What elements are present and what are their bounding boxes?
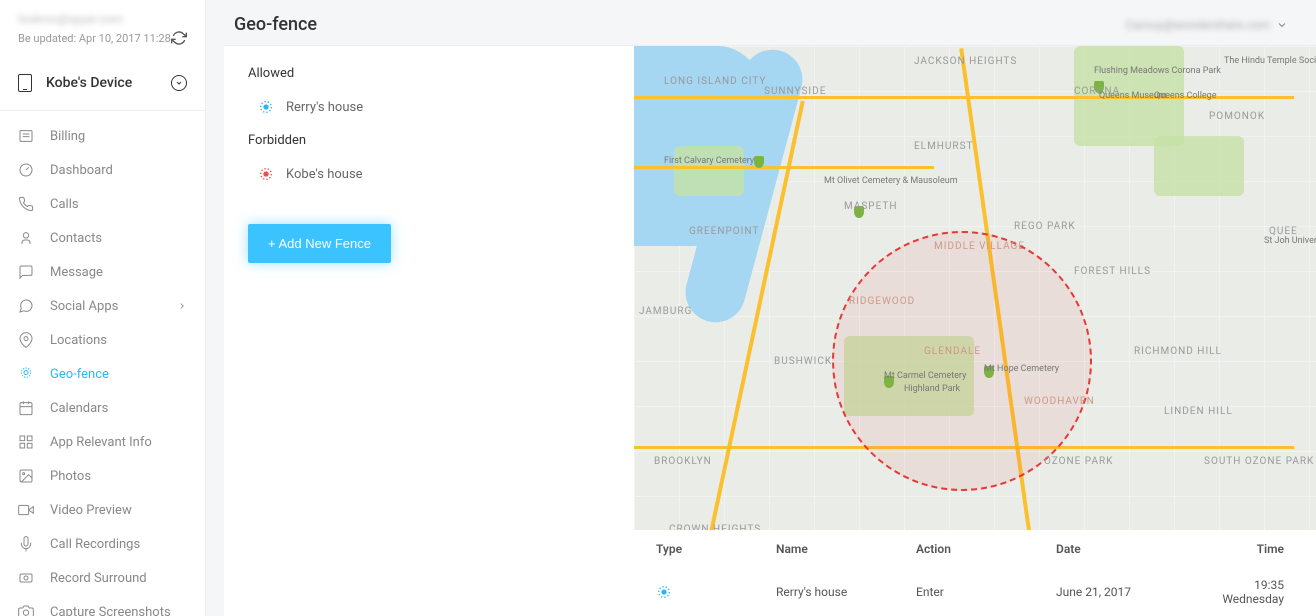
nav-locations[interactable]: Locations (0, 323, 205, 357)
nav-record-surround[interactable]: Record Surround (0, 561, 205, 595)
th-action: Action (916, 542, 1056, 556)
chat-icon (18, 298, 34, 314)
record-icon (18, 570, 34, 586)
add-fence-button[interactable]: + Add New Fence (248, 224, 391, 263)
forbidden-header: Forbidden (248, 133, 610, 148)
refresh-icon[interactable] (171, 30, 187, 46)
nav-app-info[interactable]: App Relevant Info (0, 425, 205, 459)
allowed-marker-icon (258, 99, 274, 115)
nav-geofence[interactable]: Geo-fence (0, 357, 205, 391)
page-title: Geo-fence (234, 14, 317, 35)
event-table-header: Type Name Action Date Time (634, 530, 1316, 568)
nav-call-recordings[interactable]: Call Recordings (0, 527, 205, 561)
dashboard-icon (18, 162, 34, 178)
image-icon (18, 468, 34, 484)
nav-menu: Billing Dashboard Calls Contacts Message… (0, 111, 205, 616)
device-name: Kobe's Device (46, 75, 132, 91)
topbar: Geo-fence Carouy@wondershare.com (206, 0, 1316, 45)
th-name: Name (776, 542, 916, 556)
pin-icon (18, 332, 34, 348)
fence-list-panel: Allowed Rerry's house Forbidden Kobe's h… (224, 46, 634, 616)
device-selector[interactable]: Kobe's Device (0, 52, 205, 111)
nav-video[interactable]: Video Preview (0, 493, 205, 527)
row-type-icon (656, 584, 672, 600)
event-table-row[interactable]: Rerry's house Enter June 21, 2017 19:35 … (634, 568, 1316, 616)
last-updated: Be updated: Apr 10, 2017 11:28 (18, 32, 171, 45)
th-date: Date (1056, 542, 1196, 556)
fence-circle (832, 231, 1092, 491)
th-type: Type (656, 542, 776, 556)
map[interactable]: JACKSON HEIGHTS CORONA ELMHURST SUNNYSID… (634, 46, 1316, 530)
device-dropdown-icon (171, 75, 187, 91)
nav-social-apps[interactable]: Social Apps (0, 289, 205, 323)
contacts-icon (18, 230, 34, 246)
fence-allowed-item[interactable]: Rerry's house (248, 93, 610, 133)
video-icon (18, 502, 34, 518)
main-content: Geo-fence Carouy@wondershare.com Allowed… (206, 0, 1316, 616)
sidebar-header: loukmc@spyar.com Be updated: Apr 10, 201… (0, 0, 205, 52)
phone-icon (18, 196, 34, 212)
message-icon (18, 264, 34, 280)
nav-contacts[interactable]: Contacts (0, 221, 205, 255)
allowed-header: Allowed (248, 66, 610, 81)
nav-message[interactable]: Message (0, 255, 205, 289)
sidebar: loukmc@spyar.com Be updated: Apr 10, 201… (0, 0, 206, 616)
th-time: Time (1196, 542, 1294, 556)
calendar-icon (18, 400, 34, 416)
chevron-down-icon (1276, 19, 1288, 31)
account-email: loukmc@spyar.com (18, 12, 187, 26)
nav-calendars[interactable]: Calendars (0, 391, 205, 425)
chevron-right-icon (177, 301, 187, 311)
fence-forbidden-item[interactable]: Kobe's house (248, 160, 610, 200)
nav-dashboard[interactable]: Dashboard (0, 153, 205, 187)
map-panel: JACKSON HEIGHTS CORONA ELMHURST SUNNYSID… (634, 46, 1316, 616)
content-area: Allowed Rerry's house Forbidden Kobe's h… (224, 45, 1316, 616)
nav-screenshots[interactable]: Capture Screenshots (0, 595, 205, 616)
forbidden-marker-icon (258, 166, 274, 182)
grid-icon (18, 434, 34, 450)
nav-billing[interactable]: Billing (0, 119, 205, 153)
device-icon (18, 74, 32, 92)
nav-photos[interactable]: Photos (0, 459, 205, 493)
user-dropdown[interactable]: Carouy@wondershare.com (1126, 18, 1288, 32)
geofence-icon (18, 366, 34, 382)
mic-icon (18, 536, 34, 552)
billing-icon (18, 128, 34, 144)
camera-icon (18, 604, 34, 616)
nav-calls[interactable]: Calls (0, 187, 205, 221)
